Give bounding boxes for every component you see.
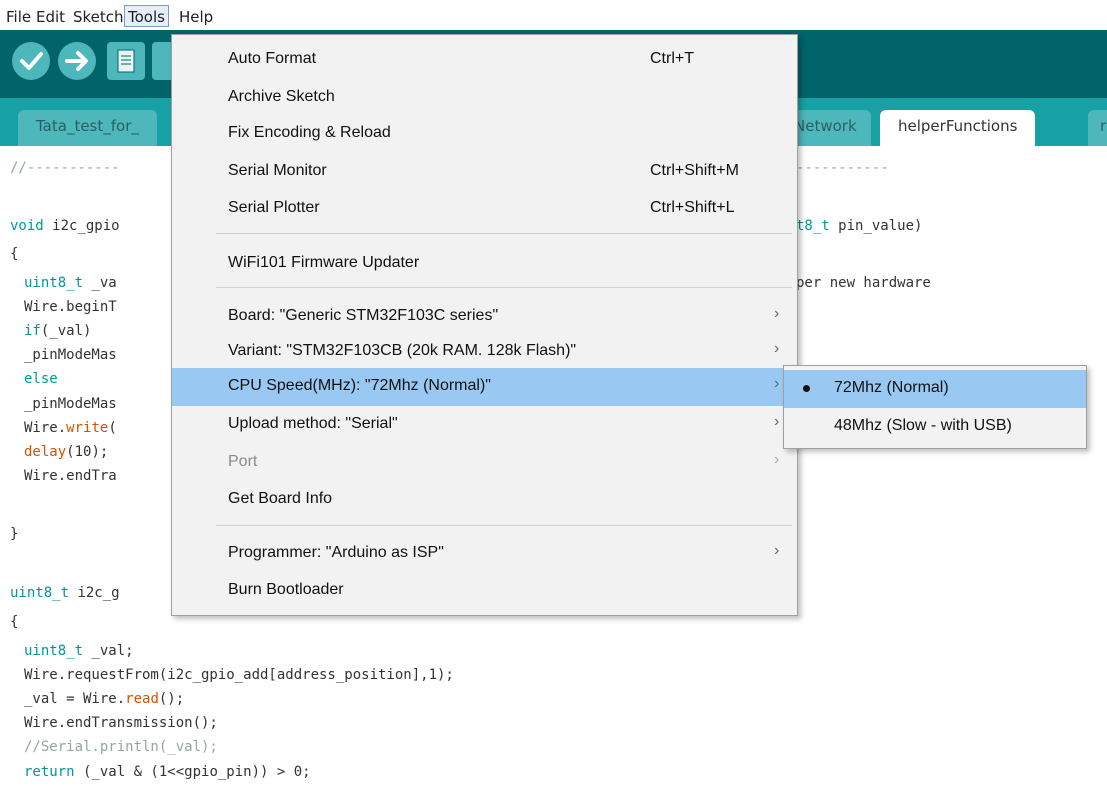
menu-separator	[216, 525, 792, 526]
menu-item-label: Auto Format	[228, 50, 317, 67]
menu-item-wifi-updater[interactable]: WiFi101 Firmware Updater	[172, 245, 797, 283]
menu-edit[interactable]: Edit	[34, 6, 67, 28]
arrow-right-icon	[65, 51, 88, 71]
chevron-right-icon: ›	[774, 340, 780, 357]
menu-item-label: Serial Plotter	[228, 199, 320, 216]
menu-item-label: WiFi101 Firmware Updater	[228, 254, 420, 271]
submenu-item-label: 48Mhz (Slow - with USB)	[834, 417, 1012, 434]
upload-button[interactable]	[58, 42, 96, 80]
menu-item-label: Variant: "STM32F103CB (20k RAM. 128k Fla…	[228, 342, 577, 359]
menu-item-port[interactable]: Port ›	[172, 444, 797, 482]
open-sketch-button[interactable]	[152, 42, 171, 80]
menu-bar: File Edit Sketch Tools Help	[0, 0, 1107, 30]
code-line: {	[10, 246, 19, 262]
code-line: {	[10, 614, 19, 630]
code-line: if(_val)	[24, 323, 92, 339]
code-line: t8_t pin_value)	[796, 218, 923, 234]
menu-tools[interactable]: Tools	[124, 5, 169, 27]
menu-item-serial-monitor[interactable]: Serial Monitor Ctrl+Shift+M	[172, 153, 797, 191]
chevron-right-icon: ›	[774, 375, 780, 392]
menu-item-board[interactable]: Board: "Generic STM32F103C series" ›	[172, 298, 797, 336]
menu-item-label: Port	[228, 453, 258, 470]
chevron-right-icon: ›	[774, 451, 780, 468]
submenu-item-label: 72Mhz (Normal)	[834, 379, 949, 396]
code-line: }	[10, 526, 19, 542]
menu-sketch[interactable]: Sketch	[71, 6, 126, 28]
tab-tata-test[interactable]: Tata_test_for_	[18, 110, 157, 146]
code-line: return (_val & (1<<gpio_pin)) > 0;	[24, 764, 311, 780]
chevron-right-icon: ›	[774, 542, 780, 559]
code-line: uint8_t _val;	[24, 643, 134, 659]
code-line: //Serial.println(_val);	[24, 739, 218, 755]
tools-dropdown-menu: Auto Format Ctrl+T Archive Sketch Fix En…	[171, 34, 798, 616]
code-line: Wire.write(	[24, 420, 117, 436]
menu-file[interactable]: File	[4, 6, 33, 28]
chevron-right-icon: ›	[774, 305, 780, 322]
menu-item-programmer[interactable]: Programmer: "Arduino as ISP" ›	[172, 535, 797, 573]
check-icon	[20, 52, 43, 70]
submenu-item-72mhz[interactable]: 72Mhz (Normal)	[784, 370, 1086, 408]
code-line: Wire.beginT	[24, 299, 117, 315]
menu-item-label: Burn Bootloader	[228, 581, 344, 598]
tab-helper-functions[interactable]: helperFunctions	[880, 110, 1036, 146]
shortcut-label: Ctrl+T	[650, 50, 694, 67]
shortcut-label: Ctrl+Shift+M	[650, 162, 739, 179]
menu-item-label: Board: "Generic STM32F103C series"	[228, 307, 499, 324]
code-line: _val = Wire.read();	[24, 691, 185, 707]
code-line: uint8_t _va	[24, 275, 117, 291]
code-line: else	[24, 371, 58, 387]
menu-item-burn-bootloader[interactable]: Burn Bootloader	[172, 572, 797, 610]
code-line: Wire.endTra	[24, 468, 117, 484]
new-file-icon	[117, 49, 135, 73]
code-line: Wire.requestFrom(i2c_gpio_add[address_po…	[24, 667, 454, 683]
menu-item-serial-plotter[interactable]: Serial Plotter Ctrl+Shift+L	[172, 190, 797, 228]
code-line: _pinModeMas	[24, 347, 117, 363]
menu-item-fix-encoding[interactable]: Fix Encoding & Reload	[172, 115, 797, 153]
menu-separator	[216, 287, 792, 288]
menu-item-variant[interactable]: Variant: "STM32F103CB (20k RAM. 128k Fla…	[172, 333, 797, 371]
code-line: uint8_t i2c_g	[10, 585, 120, 601]
menu-item-label: Archive Sketch	[228, 88, 335, 105]
code-line: _pinModeMas	[24, 396, 117, 412]
code-line: Wire.endTransmission();	[24, 715, 218, 731]
menu-item-auto-format[interactable]: Auto Format Ctrl+T	[172, 41, 797, 79]
menu-item-cpu-speed[interactable]: CPU Speed(MHz): "72Mhz (Normal)" ›	[172, 368, 797, 406]
menu-separator	[216, 233, 792, 234]
menu-item-get-board-info[interactable]: Get Board Info	[172, 481, 797, 519]
menu-item-label: Get Board Info	[228, 490, 333, 507]
new-sketch-button[interactable]	[107, 42, 145, 80]
tab-more[interactable]: r	[1088, 110, 1107, 146]
menu-item-upload-method[interactable]: Upload method: "Serial" ›	[172, 406, 797, 444]
menu-item-label: Fix Encoding & Reload	[228, 124, 391, 141]
code-line: per new hardware	[796, 275, 931, 291]
menu-item-label: CPU Speed(MHz): "72Mhz (Normal)"	[228, 377, 491, 394]
code-line: void i2c_gpio	[10, 218, 120, 234]
shortcut-label: Ctrl+Shift+L	[650, 199, 735, 216]
code-line: //-----------	[10, 160, 120, 176]
menu-help[interactable]: Help	[177, 6, 215, 28]
menu-item-label: Programmer: "Arduino as ISP"	[228, 544, 444, 561]
chevron-right-icon: ›	[774, 413, 780, 430]
verify-button[interactable]	[12, 42, 50, 80]
submenu-item-48mhz[interactable]: 48Mhz (Slow - with USB)	[784, 408, 1086, 446]
menu-item-archive-sketch[interactable]: Archive Sketch	[172, 79, 797, 117]
menu-item-label: Serial Monitor	[228, 162, 327, 179]
code-line: delay(10);	[24, 444, 109, 460]
radio-selected-icon	[803, 385, 810, 392]
menu-item-label: Upload method: "Serial"	[228, 415, 398, 432]
code-line: -----------	[796, 160, 889, 176]
cpu-speed-submenu: 72Mhz (Normal) 48Mhz (Slow - with USB)	[783, 365, 1087, 449]
